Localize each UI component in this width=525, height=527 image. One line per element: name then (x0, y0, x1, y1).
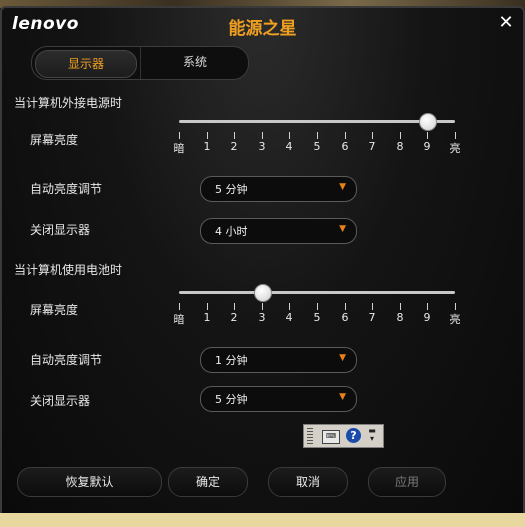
slider-tick (179, 132, 180, 139)
slider-tick-label: 5 (313, 140, 321, 153)
slider-tick-label: 8 (396, 140, 404, 153)
restore-defaults-button[interactable]: 恢复默认 (17, 467, 162, 497)
slider-tick (455, 303, 456, 310)
slider-tick-label: 6 (341, 311, 349, 324)
slider-tick-label: 2 (230, 311, 238, 324)
slider-tick (234, 132, 235, 139)
slider-track (179, 291, 455, 294)
slider-tick (372, 132, 373, 139)
battery-display-off-label: 关闭显示器 (30, 394, 91, 408)
slider-tick (179, 303, 180, 310)
slider-tick-label: 7 (368, 311, 376, 324)
slider-tick-label: 1 (203, 140, 211, 153)
slider-tick (262, 132, 263, 139)
slider-tick-label: 3 (258, 140, 266, 153)
grip-handle[interactable] (307, 428, 313, 444)
slider-tick-label: 亮 (449, 313, 461, 326)
apply-button[interactable]: 应用 (368, 467, 446, 497)
close-button[interactable]: ✕ (497, 14, 515, 32)
slider-tick (207, 132, 208, 139)
slider-tick (234, 303, 235, 310)
battery-auto-brightness-dropdown[interactable]: 1 分钟 ▼ (200, 347, 357, 373)
slider-tick-label: 3 (258, 311, 266, 324)
slider-tick-label: 5 (313, 311, 321, 324)
battery-section-title: 当计算机使用电池时 (14, 263, 123, 277)
language-bar[interactable]: ⌨ ? ▬ ▾ (303, 424, 384, 448)
slider-tick (400, 303, 401, 310)
options-chevron-icon[interactable]: ▬ ▾ (367, 427, 377, 445)
keyboard-icon[interactable]: ⌨ (322, 430, 340, 444)
cancel-button[interactable]: 取消 (268, 467, 348, 497)
ac-auto-brightness-label: 自动亮度调节 (30, 182, 103, 196)
battery-brightness-label: 屏幕亮度 (30, 303, 79, 317)
dropdown-arrow-icon: ▼ (339, 182, 346, 192)
ac-brightness-label: 屏幕亮度 (30, 133, 79, 147)
slider-tick (207, 303, 208, 310)
slider-tick-label: 亮 (449, 142, 461, 155)
dropdown-value: 4 小时 (215, 225, 248, 238)
slider-track (179, 120, 455, 123)
tab-bar: 显示器 系统 (31, 46, 249, 80)
tab-display[interactable]: 显示器 (35, 50, 137, 78)
slider-tick-label: 4 (285, 140, 293, 153)
slider-tick (262, 303, 263, 310)
background-watermark (0, 513, 9, 527)
slider-thumb[interactable] (419, 113, 437, 131)
slider-tick-label: 暗 (173, 142, 185, 155)
dropdown-value: 1 分钟 (215, 354, 248, 367)
energy-star-window: lenovo 能源之星 ✕ 显示器 系统 当计算机外接电源时 屏幕亮度 暗 1 2 3… (0, 6, 525, 519)
slider-tick-label: 2 (230, 140, 238, 153)
slider-tick (427, 132, 428, 139)
ac-auto-brightness-dropdown[interactable]: 5 分钟 ▼ (200, 176, 357, 202)
slider-tick (345, 303, 346, 310)
ac-brightness-slider[interactable]: 暗 1 2 3 4 5 6 7 8 9 亮 (174, 113, 461, 164)
slider-tick-label: 7 (368, 140, 376, 153)
slider-tick-label: 6 (341, 140, 349, 153)
window-title: 能源之星 (228, 19, 297, 39)
slider-thumb[interactable] (254, 284, 272, 302)
title-bar: lenovo 能源之星 ✕ (2, 8, 523, 42)
dropdown-value: 5 分钟 (215, 393, 248, 406)
background-strip-bottom (0, 513, 525, 527)
dropdown-value: 5 分钟 (215, 183, 248, 196)
slider-tick-label: 4 (285, 311, 293, 324)
ac-display-off-label: 关闭显示器 (30, 223, 91, 237)
battery-auto-brightness-label: 自动亮度调节 (30, 353, 103, 367)
slider-tick (317, 303, 318, 310)
slider-tick-label: 9 (423, 140, 431, 153)
slider-tick (317, 132, 318, 139)
slider-tick-label: 8 (396, 311, 404, 324)
slider-tick (427, 303, 428, 310)
ok-button[interactable]: 确定 (168, 467, 248, 497)
slider-tick (345, 132, 346, 139)
battery-display-off-dropdown[interactable]: 5 分钟 ▼ (200, 386, 357, 412)
slider-tick-label: 9 (423, 311, 431, 324)
slider-tick-label: 暗 (173, 313, 185, 326)
ac-section-title: 当计算机外接电源时 (14, 96, 123, 110)
ac-display-off-dropdown[interactable]: 4 小时 ▼ (200, 218, 357, 244)
dropdown-arrow-icon: ▼ (339, 353, 346, 363)
dropdown-arrow-icon: ▼ (339, 224, 346, 234)
slider-tick (400, 132, 401, 139)
tab-system[interactable]: 系统 (140, 47, 249, 79)
battery-brightness-slider[interactable]: 暗 1 2 3 4 5 6 7 8 9 亮 (174, 284, 461, 335)
slider-tick-label: 1 (203, 311, 211, 324)
slider-tick (455, 132, 456, 139)
slider-tick (372, 303, 373, 310)
help-icon[interactable]: ? (346, 428, 361, 443)
slider-tick (289, 303, 290, 310)
slider-tick (289, 132, 290, 139)
dropdown-arrow-icon: ▼ (339, 392, 346, 402)
